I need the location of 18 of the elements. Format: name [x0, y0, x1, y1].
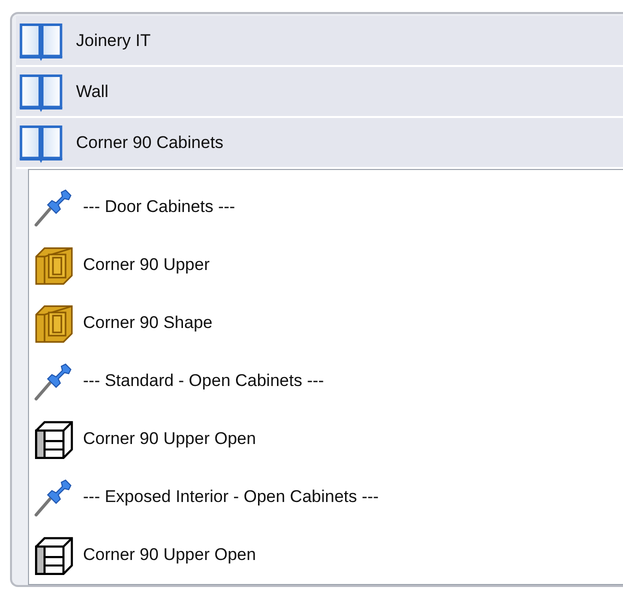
open-cabinet-icon — [33, 534, 75, 576]
book-icon — [18, 20, 64, 60]
item-label[interactable]: Corner 90 Upper Open — [83, 545, 256, 565]
item-label[interactable]: --- Door Cabinets --- — [83, 197, 236, 217]
item-label[interactable]: Corner 90 Upper — [83, 255, 210, 275]
book-icon — [18, 122, 64, 162]
item-label[interactable]: Corner 90 Shape — [83, 313, 212, 333]
item-label[interactable]: --- Standard - Open Cabinets --- — [83, 371, 324, 391]
category-header[interactable]: Wall — [16, 67, 623, 118]
category-title: Corner 90 Cabinets — [76, 132, 224, 152]
category-header[interactable]: Corner 90 Cabinets — [16, 118, 623, 169]
book-icon — [18, 72, 64, 112]
open-cabinet-icon — [33, 418, 75, 460]
category-header[interactable]: Joinery IT — [16, 16, 623, 67]
item-label[interactable]: --- Exposed Interior - Open Cabinets --- — [83, 487, 379, 507]
category-title: Wall — [76, 82, 108, 102]
category-title: Joinery IT — [76, 30, 151, 50]
item-label[interactable]: Corner 90 Upper Open — [83, 429, 256, 449]
